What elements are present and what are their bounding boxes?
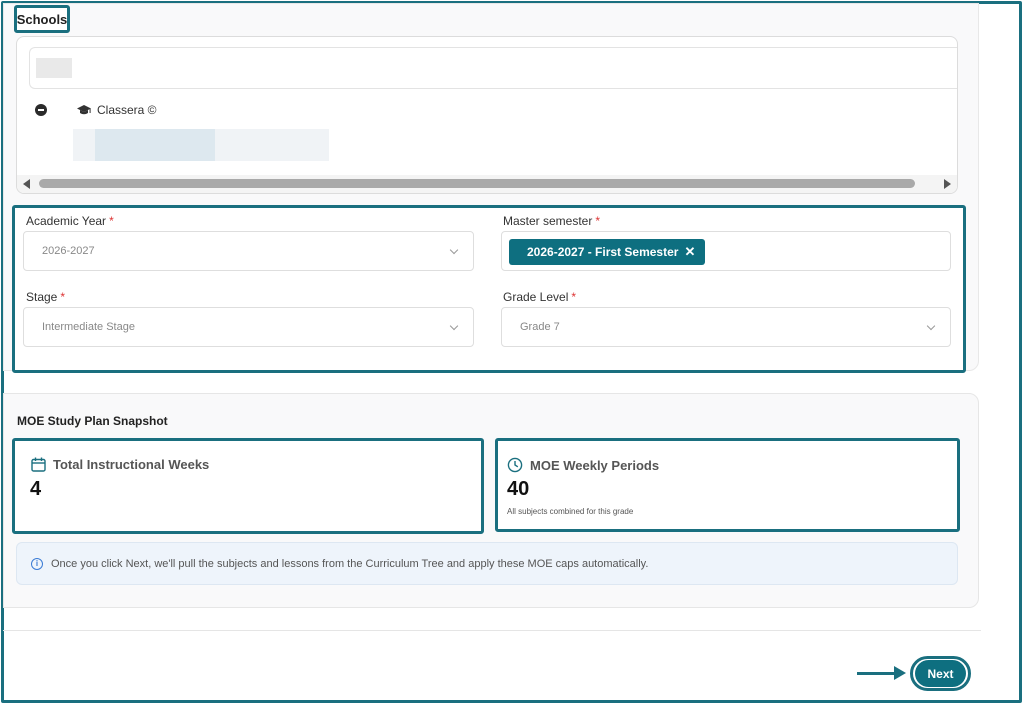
horizontal-scrollbar[interactable] <box>17 175 957 193</box>
weeks-card: Total Instructional Weeks 4 <box>12 438 484 534</box>
weeks-header: Total Instructional Weeks <box>31 457 209 472</box>
arrow-pointer-icon <box>857 672 897 675</box>
grade-level-label: Grade Level * <box>503 290 577 304</box>
redacted-school-name <box>95 129 215 161</box>
arrow-head-icon <box>894 666 906 680</box>
semester-tag-label: 2026-2027 - First Semester <box>527 245 679 259</box>
info-icon: i <box>31 557 43 570</box>
academic-year-select[interactable]: 2026-2027 <box>23 231 474 271</box>
next-button[interactable]: Next <box>915 660 966 687</box>
stage-select[interactable]: Intermediate Stage <box>23 307 474 347</box>
weeks-value: 4 <box>30 478 42 500</box>
scroll-thumb[interactable] <box>39 179 915 188</box>
grade-level-select[interactable]: Grade 7 <box>501 307 951 347</box>
graduation-cap-icon <box>77 105 91 115</box>
periods-card: MOE Weekly Periods 40 All subjects combi… <box>495 438 960 532</box>
tree-node-label: Classera © <box>97 103 157 117</box>
scroll-left-arrow[interactable] <box>23 179 30 189</box>
chevron-down-icon <box>926 321 936 331</box>
scroll-right-arrow[interactable] <box>944 179 951 189</box>
calendar-icon <box>31 457 46 472</box>
stage-value: Intermediate Stage <box>42 321 135 333</box>
collapse-icon[interactable] <box>35 104 47 116</box>
schools-title: Schools <box>14 5 70 33</box>
tree-search-input[interactable] <box>29 47 957 89</box>
academic-year-label: Academic Year * <box>26 214 114 228</box>
snapshot-title: MOE Study Plan Snapshot <box>17 414 168 428</box>
academic-year-value: 2026-2027 <box>42 245 95 257</box>
info-text: Once you click Next, we'll pull the subj… <box>51 557 649 570</box>
semester-tag: 2026-2027 - First Semester ✕ <box>509 239 706 265</box>
periods-header: MOE Weekly Periods <box>507 457 659 473</box>
tree-node-root[interactable]: Classera © <box>35 103 157 117</box>
weeks-title: Total Instructional Weeks <box>53 457 210 472</box>
tree-search-placeholder <box>36 58 72 78</box>
periods-subtitle: All subjects combined for this grade <box>507 507 634 516</box>
footer-divider <box>3 630 981 631</box>
periods-title: MOE Weekly Periods <box>530 457 660 473</box>
chevron-down-icon <box>449 321 459 331</box>
remove-tag-icon[interactable]: ✕ <box>684 244 695 260</box>
periods-value: 40 <box>507 478 530 500</box>
clock-icon <box>507 457 523 473</box>
master-semester-select[interactable]: 2026-2027 - First Semester ✕ <box>501 231 951 271</box>
stage-label: Stage * <box>26 290 66 304</box>
grade-level-value: Grade 7 <box>520 321 560 333</box>
schools-tree: Classera © <box>16 36 958 194</box>
info-banner: i Once you click Next, we'll pull the su… <box>16 542 958 585</box>
master-semester-label: Master semester * <box>503 214 601 228</box>
plan-settings-form: Academic Year * 2026-2027 Master semester… <box>12 205 966 373</box>
chevron-down-icon <box>449 245 459 255</box>
